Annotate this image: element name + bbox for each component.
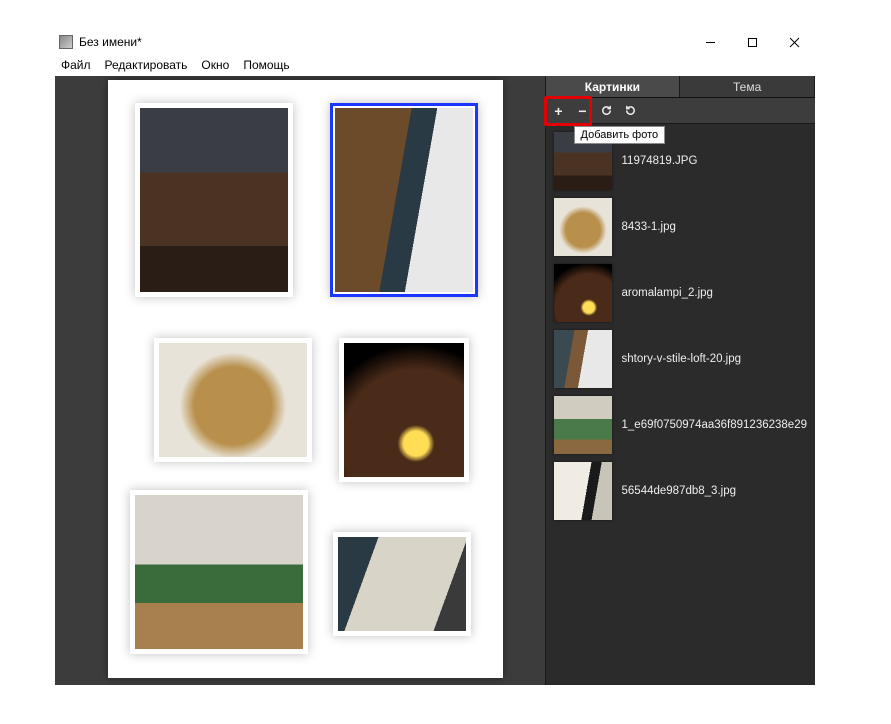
app-window: Без имени* Файл Редактировать Окно Помощ… bbox=[55, 30, 815, 685]
tooltip-add-photo: Добавить фото bbox=[574, 126, 666, 144]
tab-pictures[interactable]: Картинки bbox=[546, 76, 681, 97]
canvas-area[interactable] bbox=[55, 76, 545, 685]
tab-theme[interactable]: Тема bbox=[680, 76, 815, 97]
file-row[interactable]: aromalampi_2.jpg bbox=[546, 260, 815, 326]
collage-photo-selected[interactable] bbox=[330, 103, 478, 297]
file-thumbnail bbox=[554, 198, 612, 256]
menu-help[interactable]: Помощь bbox=[243, 58, 289, 72]
side-toolbar: + − Добавить фото bbox=[546, 98, 815, 124]
window-title: Без имени* bbox=[79, 35, 142, 49]
collage-photo[interactable] bbox=[154, 338, 312, 462]
menu-file[interactable]: Файл bbox=[61, 58, 91, 72]
collage-photo[interactable] bbox=[130, 490, 308, 654]
minimize-button[interactable] bbox=[689, 30, 731, 54]
rotate-right-button[interactable] bbox=[624, 104, 638, 118]
file-thumbnail bbox=[554, 264, 612, 322]
file-thumbnail bbox=[554, 396, 612, 454]
file-thumbnail bbox=[554, 330, 612, 388]
side-tabs: Картинки Тема bbox=[546, 76, 815, 98]
remove-photo-button[interactable]: − bbox=[576, 104, 590, 118]
file-list[interactable]: 11974819.JPG 8433-1.jpg aromalampi_2.jpg… bbox=[546, 124, 815, 685]
collage-page[interactable] bbox=[108, 80, 503, 678]
file-name: 56544de987db8_3.jpg bbox=[622, 485, 736, 497]
file-name: 11974819.JPG bbox=[622, 155, 698, 167]
window-controls bbox=[689, 30, 815, 54]
menu-window[interactable]: Окно bbox=[201, 58, 229, 72]
file-row[interactable]: 1_e69f0750974aa36f891236238e29 bbox=[546, 392, 815, 458]
titlebar: Без имени* bbox=[55, 30, 815, 54]
rotate-left-button[interactable] bbox=[600, 104, 614, 118]
collage-photo[interactable] bbox=[135, 103, 293, 297]
file-row[interactable]: 56544de987db8_3.jpg bbox=[546, 458, 815, 524]
file-row[interactable]: shtory-v-stile-loft-20.jpg bbox=[546, 326, 815, 392]
collage-photo[interactable] bbox=[339, 338, 469, 482]
add-photo-button[interactable]: + bbox=[552, 104, 566, 118]
side-panel: Картинки Тема + − Добавить фото 11974819… bbox=[545, 76, 815, 685]
menu-edit[interactable]: Редактировать bbox=[105, 58, 188, 72]
file-name: 8433-1.jpg bbox=[622, 221, 676, 233]
menubar: Файл Редактировать Окно Помощь bbox=[55, 54, 815, 76]
file-name: aromalampi_2.jpg bbox=[622, 287, 713, 299]
file-thumbnail bbox=[554, 462, 612, 520]
close-button[interactable] bbox=[773, 30, 815, 54]
workspace: Картинки Тема + − Добавить фото 11974819… bbox=[55, 76, 815, 685]
app-icon bbox=[59, 35, 73, 49]
file-name: 1_e69f0750974aa36f891236238e29 bbox=[622, 419, 807, 431]
file-name: shtory-v-stile-loft-20.jpg bbox=[622, 353, 742, 365]
file-row[interactable]: 8433-1.jpg bbox=[546, 194, 815, 260]
maximize-button[interactable] bbox=[731, 30, 773, 54]
collage-photo[interactable] bbox=[333, 532, 471, 636]
